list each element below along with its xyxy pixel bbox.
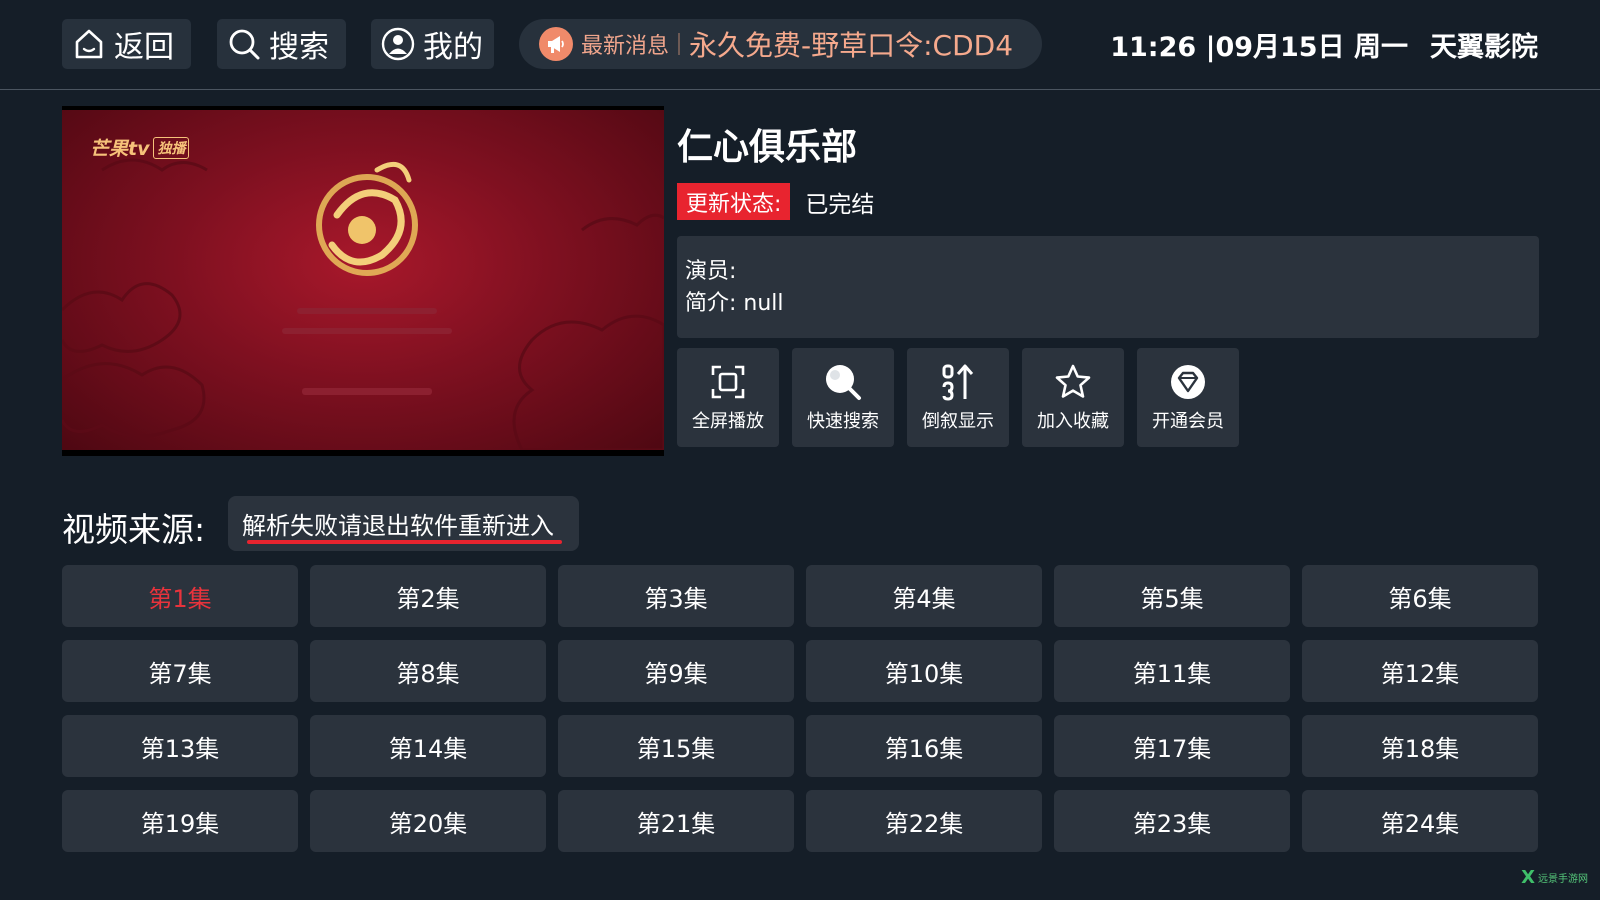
episode-button[interactable]: 第19集 (62, 790, 298, 852)
quick-search-button[interactable]: 快速搜索 (792, 348, 894, 447)
intro-line: 简介: null (685, 291, 784, 316)
episode-grid: 第1集 第2集 第3集 第4集 第5集 第6集 第7集 第8集 第9集 第10集 第11集 第12集第… (62, 565, 1538, 852)
episode-button[interactable]: 第2集 (310, 565, 546, 627)
info-box: 演员: 简介: null (677, 236, 1539, 338)
vip-membership-button[interactable]: 开通会员 (1137, 348, 1239, 447)
watermark-text: 远景手游网 (1538, 874, 1588, 885)
reverse-order-button[interactable]: 倒叙显示 (907, 348, 1009, 447)
watermark-logo-icon: X (1521, 867, 1535, 888)
back-label: 返回 (114, 30, 174, 65)
search-icon (824, 363, 862, 401)
mine-label: 我的 (423, 30, 483, 65)
status-tag: 更新状态: (677, 183, 791, 220)
exclusive-badge: 独播 (153, 136, 190, 159)
app-name: 天翼影院 (1430, 31, 1538, 63)
episode-button[interactable]: 第15集 (558, 715, 794, 777)
episode-button[interactable]: 第10集 (806, 640, 1042, 702)
search-icon (227, 27, 261, 61)
source-underline (247, 540, 562, 544)
datetime-text: 11:26 |09月15日 周一 (1110, 31, 1408, 63)
episode-button[interactable]: 第24集 (1302, 790, 1538, 852)
episode-button[interactable]: 第1集 (62, 565, 298, 627)
action-label: 快速搜索 (807, 410, 879, 432)
megaphone-icon (539, 27, 573, 61)
episode-button[interactable]: 第8集 (310, 640, 546, 702)
star-icon (1054, 363, 1092, 401)
episode-button[interactable]: 第3集 (558, 565, 794, 627)
news-text: 永久免费-野草口令:CDD4 (689, 29, 1014, 62)
action-label: 全屏播放 (692, 410, 764, 432)
episode-button[interactable]: 第14集 (310, 715, 546, 777)
episode-button[interactable]: 第11集 (1054, 640, 1290, 702)
episode-button[interactable]: 第17集 (1054, 715, 1290, 777)
episode-button[interactable]: 第13集 (62, 715, 298, 777)
episode-button[interactable]: 第12集 (1302, 640, 1538, 702)
search-button[interactable]: 搜索 (217, 19, 346, 69)
site-watermark: X 远景手游网 (1521, 867, 1588, 888)
diamond-icon (1169, 363, 1207, 401)
sort-icon (939, 363, 977, 401)
back-button[interactable]: 返回 (62, 19, 191, 69)
video-poster[interactable]: 芒果tv 独播 (62, 106, 664, 456)
brand-logo: 芒果tv 独播 (90, 134, 190, 161)
action-label: 开通会员 (1152, 410, 1224, 432)
episode-button[interactable]: 第20集 (310, 790, 546, 852)
status-value: 已完结 (805, 191, 875, 218)
home-icon (72, 27, 106, 61)
update-status: 更新状态: 已完结 (677, 183, 874, 220)
episode-button[interactable]: 第23集 (1054, 790, 1290, 852)
news-ticker[interactable]: 最新消息 永久免费-野草口令:CDD4 (519, 19, 1042, 69)
video-source-selector[interactable]: 解析失败请退出软件重新进入 (228, 496, 579, 551)
episode-button[interactable]: 第22集 (806, 790, 1042, 852)
video-source-value: 解析失败请退出软件重新进入 (242, 512, 554, 540)
episode-button[interactable]: 第16集 (806, 715, 1042, 777)
fullscreen-play-button[interactable]: 全屏播放 (677, 348, 779, 447)
show-title: 仁心俱乐部 (677, 127, 858, 168)
news-label: 最新消息 (581, 34, 670, 59)
poster-decoration (62, 158, 664, 450)
episode-button[interactable]: 第9集 (558, 640, 794, 702)
brand-name: 芒果tv (90, 138, 150, 160)
video-source-label: 视频来源: (62, 510, 206, 549)
news-divider (678, 33, 681, 55)
episode-button[interactable]: 第21集 (558, 790, 794, 852)
episode-button[interactable]: 第18集 (1302, 715, 1538, 777)
poster-artwork: 芒果tv 独播 (62, 110, 664, 450)
episode-button[interactable]: 第5集 (1054, 565, 1290, 627)
action-bar: 全屏播放 快速搜索 倒叙显示 加入收藏 开通会员 (677, 348, 1252, 447)
episode-button[interactable]: 第6集 (1302, 565, 1538, 627)
mine-button[interactable]: 我的 (371, 19, 494, 69)
top-bar: 返回 搜索 我的 最新消息 永久免费-野草口令:CDD4 11:26 |09月1… (0, 0, 1600, 90)
actors-line: 演员: (685, 259, 737, 284)
episode-button[interactable]: 第4集 (806, 565, 1042, 627)
user-icon (381, 27, 415, 61)
action-label: 加入收藏 (1037, 410, 1109, 432)
action-label: 倒叙显示 (922, 410, 994, 432)
episode-button[interactable]: 第7集 (62, 640, 298, 702)
search-label: 搜索 (269, 30, 329, 65)
add-favorite-button[interactable]: 加入收藏 (1022, 348, 1124, 447)
status-clock: 11:26 |09月15日 周一 天翼影院 (1110, 22, 1538, 66)
fullscreen-icon (709, 363, 747, 401)
